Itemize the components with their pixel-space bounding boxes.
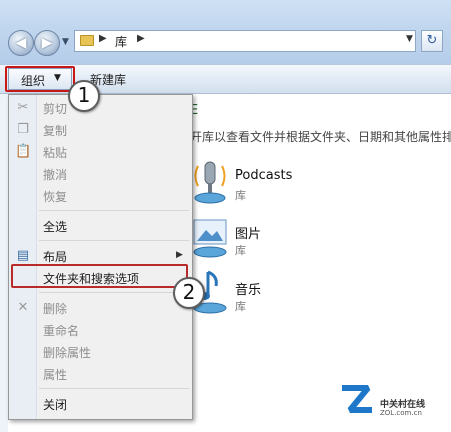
step-callout: 1 — [68, 80, 100, 112]
menu-separator — [39, 210, 189, 211]
library-description: 开库以查看文件并根据文件夹、日期和其他属性排 — [190, 130, 451, 144]
podcast-microphone-icon — [194, 161, 226, 204]
forward-button[interactable]: ▶ — [34, 30, 60, 56]
library-item-name[interactable]: 音乐 — [235, 279, 261, 298]
menu-item-remove-properties[interactable]: 删除属性 — [9, 341, 192, 363]
menu-item-delete[interactable]: ✕ 删除 — [9, 297, 192, 319]
library-item-type: 库 — [235, 300, 246, 313]
menu-item-cut[interactable]: ✂ 剪切 — [9, 97, 192, 119]
watermark-domain: ZOL.com.cn — [380, 409, 422, 417]
library-item-name[interactable]: Podcasts — [235, 168, 292, 183]
breadcrumb-arrow-icon[interactable]: ▶ — [99, 33, 107, 44]
navigation-pane-edge — [0, 94, 8, 432]
library-item-type: 库 — [235, 244, 246, 257]
layout-icon: ▤ — [16, 248, 30, 263]
library-item[interactable] — [188, 156, 232, 206]
menu-separator — [39, 388, 189, 389]
folder-options-highlight-box — [11, 264, 188, 288]
delete-icon: ✕ — [17, 300, 29, 315]
menu-item-label: 属性 — [43, 368, 68, 382]
menu-item-label: 粘贴 — [43, 146, 68, 160]
breadcrumb-library[interactable]: 库 — [115, 33, 127, 50]
watermark-logo-icon — [338, 382, 376, 416]
menu-item-label: 剪切 — [43, 102, 68, 116]
scissors-icon: ✂ — [17, 100, 29, 115]
menu-item-label: 删除 — [43, 302, 68, 316]
menu-item-label: 删除属性 — [43, 346, 92, 360]
menu-item-label: 关闭 — [43, 398, 68, 412]
menu-item-label: 全选 — [43, 220, 68, 234]
menu-item-redo[interactable]: 恢复 — [9, 185, 192, 207]
copy-icon: ❐ — [17, 122, 29, 137]
menu-separator — [39, 240, 189, 241]
menu-item-label: 布局 — [43, 250, 68, 264]
library-item-name[interactable]: 图片 — [235, 223, 261, 242]
address-bar[interactable]: ▶ 库 ▶ ▼ — [74, 30, 416, 52]
menu-item-close[interactable]: 关闭 — [9, 393, 192, 415]
menu-item-undo[interactable]: 撤消 — [9, 163, 192, 185]
menu-item-label: 撤消 — [43, 168, 68, 182]
menu-item-properties[interactable]: 属性 — [9, 363, 192, 385]
recent-pages-chevron-icon[interactable]: ▼ — [62, 37, 69, 47]
menu-item-label: 恢复 — [43, 190, 68, 204]
paste-icon: 📋 — [15, 144, 32, 159]
refresh-button[interactable]: ↻ — [421, 30, 443, 52]
menu-item-copy[interactable]: ❐ 复制 — [9, 119, 192, 141]
library-item-type: 库 — [235, 189, 246, 202]
library-item[interactable] — [188, 214, 232, 260]
back-button[interactable]: ◀ — [8, 30, 34, 56]
menu-item-label: 重命名 — [43, 324, 80, 338]
address-dropdown-icon[interactable]: ▼ — [406, 34, 413, 44]
menu-item-label: 复制 — [43, 124, 68, 138]
organize-menu: ✂ 剪切 ❐ 复制 📋 粘贴 撤消 恢复 全选 ▤ 布局 ▶ 文件夹和搜索选项 … — [8, 94, 193, 420]
library-folder-icon — [80, 35, 94, 46]
organize-highlight-box — [5, 66, 75, 92]
step-callout: 2 — [173, 277, 205, 309]
menu-separator — [39, 292, 189, 293]
menu-item-select-all[interactable]: 全选 — [9, 215, 192, 237]
submenu-arrow-icon: ▶ — [176, 250, 183, 260]
pictures-library-icon — [193, 219, 227, 258]
menu-item-paste[interactable]: 📋 粘贴 — [9, 141, 192, 163]
breadcrumb-arrow-icon[interactable]: ▶ — [137, 33, 145, 44]
menu-item-rename[interactable]: 重命名 — [9, 319, 192, 341]
